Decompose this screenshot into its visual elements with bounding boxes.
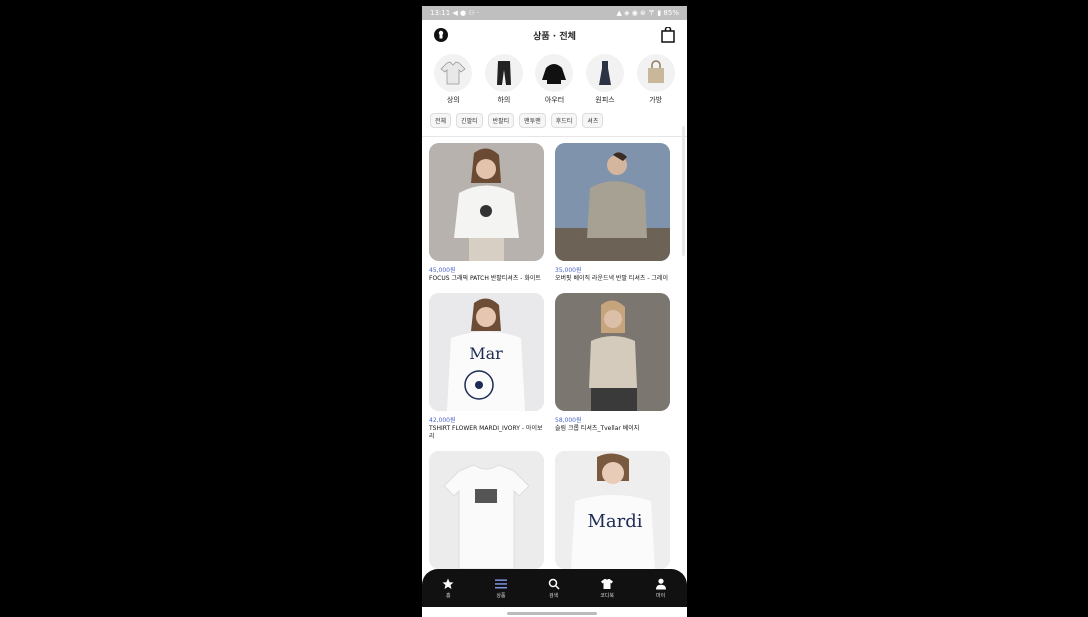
category-outer-label: 아우터 [544,96,565,104]
dress-category-icon [599,61,612,85]
model-photo [555,143,670,261]
jacket-category-icon [542,64,567,84]
product-image: Mar [429,293,544,411]
category-bag[interactable]: 가방 [634,54,678,105]
bottom-nav: 홈 상품 검색 코디북 마이 [422,569,687,607]
product-price: 35,000원 [555,267,582,274]
product-card[interactable]: 58,000원 슬림 크롭 티셔츠_Tvellar 베이지 [555,293,670,441]
nav-codibook-label: 코디북 [600,592,614,599]
shopping-bag-icon [661,27,675,43]
phone-screen: 13:11 ◀ ● ⚇ · ▲ ◈ ◉ ⊛ 〒 ▮ 85% 상품 · 전체 상의… [422,6,687,617]
top-bar: 상품 · 전체 [422,20,687,50]
product-name: TSHIRT FLOWER MARDI_IVORY - 아이보리 [429,425,543,440]
svg-text:Mardi: Mardi [587,511,642,532]
bag-category-icon [647,60,664,83]
status-right: ▲ ◈ ◉ ⊛ 〒 ▮ 85% [616,9,679,17]
nav-products-label: 상품 [496,592,506,599]
model-photo [555,293,670,411]
product-card[interactable]: 35,000원 오버핏 베이직 라운드넥 반팔 티셔츠 - 그레이 [555,143,670,283]
product-image [555,293,670,411]
star-icon [442,578,454,589]
category-bag-image [636,54,675,92]
category-bottom-image [484,54,523,92]
product-card[interactable]: Mar 42,000원 TSHIRT FLOWER MARDI_IVORY - … [429,293,544,441]
product-image [429,143,544,261]
nav-home-label: 홈 [446,592,451,599]
chip-shirt[interactable]: 셔츠 [582,113,604,128]
category-top-label: 상의 [446,96,460,104]
product-name: 슬림 크롭 티셔츠_Tvellar 베이지 [555,425,640,432]
shirt-icon [601,578,614,589]
product-image [555,143,670,261]
category-row: 상의 하의 아우터 원피스 가방 [422,50,687,105]
category-top[interactable]: 상의 [431,54,475,105]
chip-short-sleeve[interactable]: 반팔티 [487,113,515,128]
cart-button[interactable] [659,26,677,44]
status-bar: 13:11 ◀ ● ⚇ · ▲ ◈ ◉ ⊛ 〒 ▮ 85% [422,6,687,20]
product-price: 45,000원 [429,267,456,274]
brand-logo[interactable] [432,26,450,44]
category-dress-label: 원피스 [595,96,615,104]
category-bag-label: 가방 [649,96,663,104]
left-black-border [0,0,6,617]
model-photo: Mardi [555,451,670,569]
logo-icon [434,28,448,42]
product-image: Mardi [555,451,670,569]
product-photo [429,451,544,569]
product-price: 58,000원 [555,417,582,424]
chip-long-sleeve[interactable]: 긴팔티 [456,113,483,128]
category-outer-image [535,54,574,92]
nav-home[interactable]: 홈 [442,578,454,599]
nav-search-label: 검색 [548,592,559,599]
search-icon [548,578,560,590]
category-dress[interactable]: 원피스 [583,54,627,105]
product-price: 42,000원 [429,417,456,424]
product-card[interactable] [429,451,544,574]
model-photo [429,143,544,261]
product-image [429,451,544,569]
nav-products[interactable]: 상품 [494,578,507,599]
product-grid: 45,000원 FOCUS 그래픽 PATCH 반팔티셔츠 - 화이트 35,0… [422,143,687,574]
product-name: 오버핏 베이직 라운드넥 반팔 티셔츠 - 그레이 [555,275,668,282]
chip-all[interactable]: 전체 [430,113,452,128]
model-photo: Mar [429,293,544,411]
nav-my-label: 마이 [656,592,666,599]
page-title: 상품 · 전체 [533,31,576,42]
home-indicator[interactable] [507,612,597,615]
chip-sweatshirt[interactable]: 맨투맨 [519,113,546,128]
product-name: FOCUS 그래픽 PATCH 반팔티셔츠 - 화이트 [429,275,541,282]
category-dress-image [586,54,625,92]
product-card[interactable]: Mardi [555,451,670,574]
shirt-category-icon [440,61,466,85]
menu-icon [494,579,507,588]
chip-hoodie[interactable]: 후드티 [550,113,578,128]
nav-codibook[interactable]: 코디북 [600,578,614,599]
nav-search[interactable]: 검색 [548,578,560,599]
pants-category-icon [496,61,511,85]
category-outer[interactable]: 아우터 [532,54,576,105]
person-icon [655,578,666,589]
svg-text:Mar: Mar [469,344,503,363]
subcategory-chips: 전체 긴팔티 반팔티 맨투맨 후드티 셔츠 [422,105,687,134]
divider [422,136,687,137]
scrollbar[interactable] [682,126,685,256]
nav-my[interactable]: 마이 [655,578,667,599]
category-bottom-label: 하의 [497,96,511,104]
category-bottom[interactable]: 하의 [482,54,526,105]
status-left: 13:11 ◀ ● ⚇ · [430,9,480,17]
product-card[interactable]: 45,000원 FOCUS 그래픽 PATCH 반팔티셔츠 - 화이트 [429,143,544,283]
category-top-image [434,54,473,92]
